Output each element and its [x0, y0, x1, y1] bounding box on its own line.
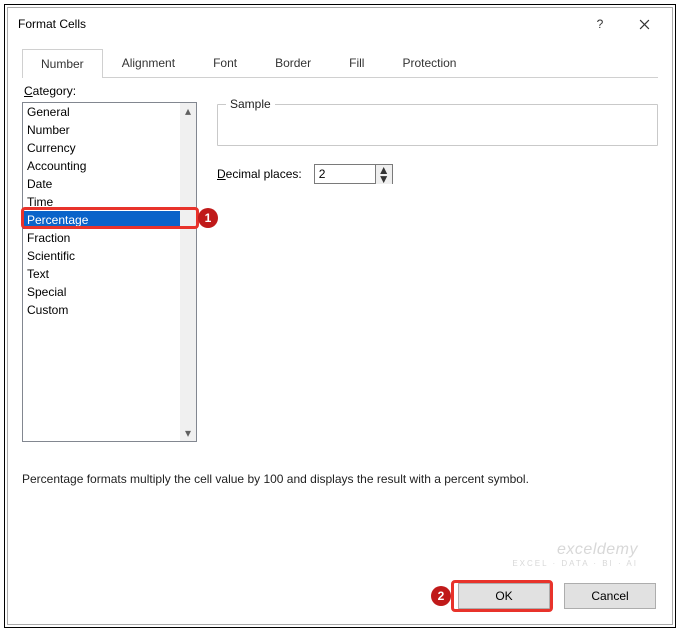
decimal-places-spinner[interactable]: ▲ ▼ — [314, 164, 393, 184]
list-item-label: General — [27, 105, 70, 119]
dialog-body: Category: General Number Currency Accoun… — [22, 78, 658, 564]
dialog-title: Format Cells — [18, 17, 578, 31]
list-item-label: Percentage — [27, 213, 88, 227]
list-item-label: Custom — [27, 303, 68, 317]
tab-label: Fill — [349, 56, 364, 70]
close-button[interactable] — [622, 10, 666, 38]
tab-number[interactable]: Number — [22, 49, 103, 78]
help-button[interactable]: ? — [578, 10, 622, 38]
dialog-footer: OK Cancel — [8, 568, 672, 624]
decimal-places-input[interactable] — [315, 165, 375, 183]
tab-label: Border — [275, 56, 311, 70]
list-item-accounting[interactable]: Accounting — [23, 157, 180, 175]
close-icon — [639, 19, 650, 30]
tab-label: Alignment — [122, 56, 175, 70]
cancel-button[interactable]: Cancel — [564, 583, 656, 609]
right-pane: Sample Decimal places: ▲ ▼ — [217, 98, 658, 184]
spinner-buttons: ▲ ▼ — [375, 165, 392, 183]
scroll-down-button[interactable]: ▾ — [180, 425, 196, 441]
list-item-text[interactable]: Text — [23, 265, 180, 283]
triangle-down-icon: ▼ — [378, 172, 390, 186]
chevron-up-icon: ▴ — [185, 104, 191, 118]
tab-border[interactable]: Border — [256, 48, 330, 77]
list-item-label: Date — [27, 177, 52, 191]
list-item-time[interactable]: Time — [23, 193, 180, 211]
list-item-label: Scientific — [27, 249, 75, 263]
label-rest: ecimal places: — [226, 167, 302, 181]
list-item-label: Text — [27, 267, 49, 281]
list-item-scientific[interactable]: Scientific — [23, 247, 180, 265]
sample-value — [218, 105, 657, 119]
list-item-percentage[interactable]: Percentage — [23, 211, 180, 229]
list-item-custom[interactable]: Custom — [23, 301, 180, 319]
list-item-date[interactable]: Date — [23, 175, 180, 193]
category-listbox[interactable]: General Number Currency Accounting Date … — [22, 102, 197, 442]
list-item-label: Currency — [27, 141, 76, 155]
category-description: Percentage formats multiply the cell val… — [22, 472, 658, 486]
tab-alignment[interactable]: Alignment — [103, 48, 194, 77]
tab-label: Protection — [402, 56, 456, 70]
scroll-up-button[interactable]: ▴ — [180, 103, 196, 119]
list-item-general[interactable]: General — [23, 103, 180, 121]
titlebar: Format Cells ? — [8, 8, 672, 40]
tab-row: Number Alignment Font Border Fill Protec… — [22, 48, 658, 78]
sample-label: Sample — [226, 97, 275, 111]
list-item-label: Fraction — [27, 231, 70, 245]
list-item-number[interactable]: Number — [23, 121, 180, 139]
list-item-special[interactable]: Special — [23, 283, 180, 301]
tab-label: Number — [41, 57, 84, 71]
button-label: OK — [495, 589, 512, 603]
list-inner: General Number Currency Accounting Date … — [23, 103, 180, 441]
accel-underline: D — [217, 167, 226, 181]
decimal-places-label: Decimal places: — [217, 167, 302, 181]
category-label: Category: — [24, 84, 658, 98]
spinner-down-button[interactable]: ▼ — [376, 175, 392, 185]
tab-font[interactable]: Font — [194, 48, 256, 77]
tab-label: Font — [213, 56, 237, 70]
tab-protection[interactable]: Protection — [383, 48, 475, 77]
label-rest: ategory: — [33, 84, 76, 98]
format-cells-dialog: Format Cells ? Number Alignment Font Bor… — [7, 7, 673, 625]
button-label: Cancel — [591, 589, 628, 603]
scroll-track[interactable] — [180, 119, 196, 425]
ok-button[interactable]: OK — [458, 583, 550, 609]
list-item-currency[interactable]: Currency — [23, 139, 180, 157]
list-item-label: Accounting — [27, 159, 86, 173]
decimal-row: Decimal places: ▲ ▼ — [217, 164, 658, 184]
list-item-label: Special — [27, 285, 66, 299]
listbox-scrollbar[interactable]: ▴ ▾ — [180, 103, 196, 441]
chevron-down-icon: ▾ — [185, 426, 191, 440]
tab-fill[interactable]: Fill — [330, 48, 383, 77]
sample-box: Sample — [217, 104, 658, 146]
screenshot-frame: Format Cells ? Number Alignment Font Bor… — [4, 4, 676, 628]
list-item-fraction[interactable]: Fraction — [23, 229, 180, 247]
list-item-label: Time — [27, 195, 53, 209]
accel-underline: C — [24, 84, 33, 98]
help-icon: ? — [597, 17, 604, 31]
list-item-label: Number — [27, 123, 70, 137]
